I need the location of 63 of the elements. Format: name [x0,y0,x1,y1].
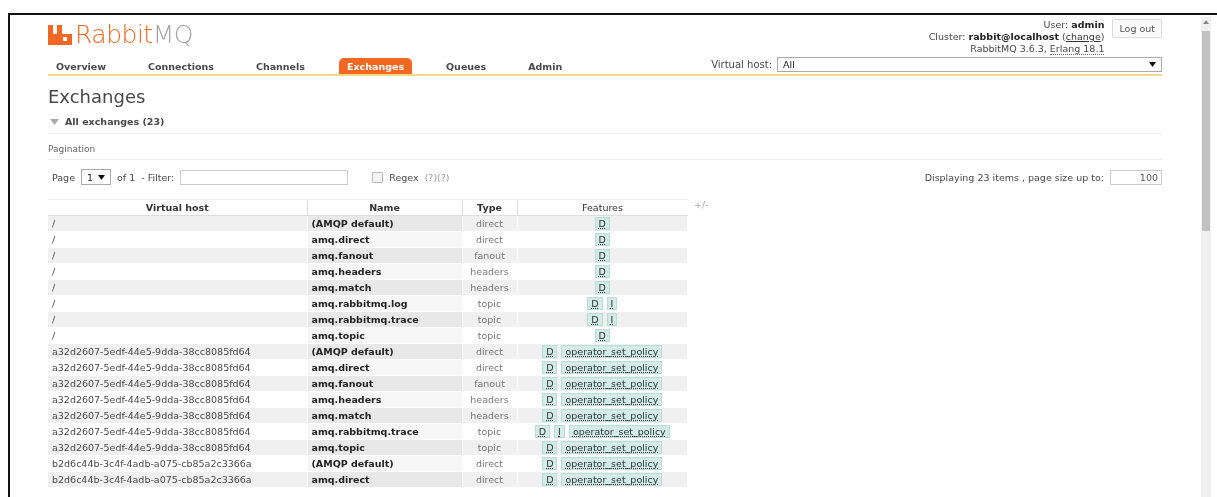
filter-label: - Filter: [141,171,175,183]
feature-tag: operator_set_policy [561,409,663,422]
feature-tag: operator_set_policy [561,345,663,358]
feature-tag: operator_set_policy [561,457,663,470]
logout-button[interactable]: Log out [1112,19,1162,38]
feature-tag: I [606,313,618,326]
feature-tag: D [542,473,558,486]
feature-tag: D [594,329,610,342]
feature-tag: operator_set_policy [561,473,663,486]
feature-tag: D [542,441,558,454]
feature-tag: I [606,297,618,310]
feature-tag: D [542,361,558,374]
nav-tab[interactable]: Overview [48,58,115,74]
feature-tag: D [594,265,610,278]
feature-tag: D [594,249,610,262]
logo-text: RabbitMQ [75,22,193,48]
feature-tag: operator_set_policy [561,377,663,390]
filter-field[interactable] [180,169,349,185]
virtual-host-select[interactable]: All [777,57,1162,72]
column-header[interactable]: Virtual host [48,199,307,216]
pagination-label: Pagination [48,144,96,154]
user-label: User: admin [1043,19,1105,30]
feature-tag: operator_set_policy [561,393,663,406]
version-label: RabbitMQ 3.6.3, Erlang 18.1 [970,43,1105,55]
feature-tag: operator_set_policy [561,361,663,374]
scroll-up-icon[interactable] [1203,20,1209,24]
page-heading: Exchanges [48,86,147,108]
page-count: of 1 [117,171,136,183]
feature-tag: D [594,233,610,246]
page-label: Page [52,171,75,183]
feature-tag: D [542,377,558,390]
feature-tag: D [542,393,558,406]
feature-tag: operator_set_policy [568,425,670,438]
logo-icon [48,25,72,45]
page-size-field[interactable]: 100 [1110,169,1162,185]
column-header[interactable]: Features [517,199,688,216]
column-header[interactable]: Name [307,199,462,216]
scrollbar[interactable] [1201,17,1211,497]
column-header[interactable]: Type [462,199,517,216]
nav-tab[interactable]: Queues [438,58,495,74]
cluster-label: Cluster: rabbit@localhost (change) [928,31,1105,42]
nav-tab[interactable]: Admin [520,58,571,74]
feature-tag: D [587,313,603,326]
nav-tab[interactable]: Channels [247,58,313,74]
caret-icon [98,174,106,180]
triangle-icon[interactable] [50,118,59,125]
feature-tag: D [594,281,610,294]
virtual-host-label: Virtual host: [711,59,772,70]
feature-tag: I [554,425,565,438]
feature-tag: D [542,345,558,358]
displaying-label: Displaying 23 items , page size up to: [924,171,1104,183]
regex-label: Regex [389,171,419,183]
feature-tag: D [594,217,610,230]
caret-icon [1149,62,1156,67]
feature-tag: D [542,409,558,422]
nav-tab[interactable]: Connections [140,58,222,74]
regex-checkbox[interactable] [372,171,384,183]
feature-tag: operator_set_policy [561,441,663,454]
page-select[interactable]: 1 [81,169,112,185]
feature-tag: D [542,457,558,470]
feature-tag: D [534,425,551,438]
section-title[interactable]: All exchanges (23) [65,116,165,127]
feature-tag: D [587,297,603,310]
